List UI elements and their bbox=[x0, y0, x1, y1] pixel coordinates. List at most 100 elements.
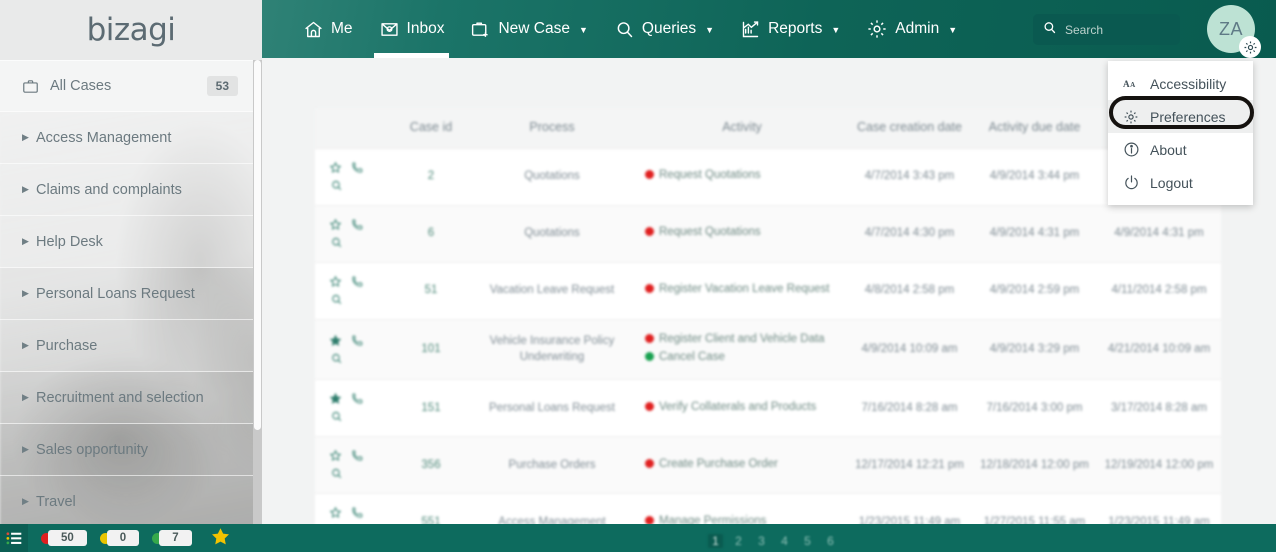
menu-item-accessibility[interactable]: A A Accessibility bbox=[1108, 67, 1253, 100]
work-portal-app: bizagi All Cases 53 ▶ Access Management … bbox=[0, 0, 1276, 552]
star-icon[interactable] bbox=[325, 217, 345, 233]
sidebar-item-label: Claims and complaints bbox=[36, 181, 182, 198]
cell-case-id: 2 bbox=[395, 148, 467, 206]
sidebar-scrollbar[interactable] bbox=[253, 60, 262, 530]
phone-icon[interactable] bbox=[347, 391, 367, 407]
menu-item-label: About bbox=[1150, 141, 1187, 158]
counter-on-time[interactable]: 7 bbox=[152, 530, 192, 546]
phone-icon[interactable] bbox=[347, 332, 367, 348]
column-header-activity-due-date[interactable]: Activity due date bbox=[972, 108, 1097, 149]
table-row[interactable]: 151 Personal Loans Request Verify Collat… bbox=[313, 379, 1221, 437]
column-header-icons[interactable] bbox=[315, 108, 395, 149]
cell-extra-date: 12/19/2014 12:00 pm bbox=[1097, 436, 1221, 494]
page-button-5[interactable]: 5 bbox=[800, 534, 815, 548]
star-icon[interactable] bbox=[325, 448, 345, 464]
nav-label: Inbox bbox=[406, 20, 445, 37]
counter-at-risk[interactable]: 0 bbox=[99, 530, 140, 546]
column-header-case-creation-date[interactable]: Case creation date bbox=[847, 108, 972, 149]
user-avatar-button[interactable]: ZA bbox=[1207, 5, 1261, 58]
activity-label[interactable]: Request Quotations bbox=[659, 224, 761, 241]
page-button-4[interactable]: 4 bbox=[777, 534, 792, 548]
star-icon[interactable] bbox=[325, 505, 345, 521]
activity-label[interactable]: Register Client and Vehicle Data bbox=[659, 331, 825, 348]
cell-due-date: 12/18/2014 12:00 pm bbox=[972, 436, 1097, 494]
table-body: 2 Quotations Request Quotations 4/7/2014… bbox=[315, 148, 1221, 524]
menu-item-preferences[interactable]: Preferences bbox=[1108, 100, 1253, 133]
sidebar-scrollbar-thumb[interactable] bbox=[254, 60, 261, 430]
menu-item-about[interactable]: About bbox=[1108, 133, 1253, 166]
page-button-6[interactable]: 6 bbox=[823, 534, 838, 548]
status-dot bbox=[645, 458, 654, 468]
nav-item-me[interactable]: Me bbox=[290, 0, 366, 58]
sidebar-item-personal-loans-request[interactable]: ▶ Personal Loans Request bbox=[0, 268, 262, 320]
global-search-box[interactable] bbox=[1033, 14, 1180, 45]
activity-label[interactable]: Verify Collaterals and Products bbox=[659, 399, 816, 416]
app-logo[interactable]: bizagi bbox=[0, 0, 262, 60]
table-row[interactable]: 6 Quotations Request Quotations 4/7/2014… bbox=[313, 205, 1221, 263]
page-button-1[interactable]: 1 bbox=[708, 534, 723, 548]
status-bar: 50 0 7 1 2 3 4 5 6 bbox=[0, 524, 1276, 552]
phone-icon[interactable] bbox=[347, 160, 367, 176]
magnifier-icon[interactable] bbox=[313, 350, 359, 366]
nav-item-queries[interactable]: Queries ▼ bbox=[601, 0, 727, 58]
activity-label[interactable]: Create Purchase Order bbox=[659, 456, 778, 473]
home-icon bbox=[303, 19, 324, 40]
star-icon-filled[interactable] bbox=[325, 332, 345, 348]
activity-label[interactable]: Request Quotations bbox=[659, 167, 761, 184]
star-icon[interactable] bbox=[325, 160, 345, 176]
star-icon[interactable] bbox=[325, 274, 345, 290]
magnifier-icon[interactable] bbox=[313, 292, 359, 308]
sidebar-item-claims-and-complaints[interactable]: ▶ Claims and complaints bbox=[0, 164, 262, 216]
menu-item-logout[interactable]: Logout bbox=[1108, 166, 1253, 199]
sidebar-item-recruitment-and-selection[interactable]: ▶ Recruitment and selection bbox=[0, 372, 262, 424]
table-row[interactable]: 51 Vacation Leave Request Register Vacat… bbox=[313, 262, 1221, 320]
phone-icon[interactable] bbox=[347, 505, 367, 521]
page-button-3[interactable]: 3 bbox=[754, 534, 769, 548]
star-icon-filled[interactable] bbox=[325, 391, 345, 407]
nav-item-reports[interactable]: Reports ▼ bbox=[727, 0, 853, 58]
table-row[interactable]: 356 Purchase Orders Create Purchase Orde… bbox=[313, 436, 1221, 494]
search-input[interactable] bbox=[1065, 22, 1170, 37]
counter-overdue[interactable]: 50 bbox=[41, 530, 87, 546]
cell-activity: Create Purchase Order bbox=[637, 436, 847, 494]
cases-table-card: Case id Process Activity Case creation d… bbox=[315, 108, 1221, 524]
sidebar-item-help-desk[interactable]: ▶ Help Desk bbox=[0, 216, 262, 268]
phone-icon[interactable] bbox=[347, 448, 367, 464]
phone-icon[interactable] bbox=[347, 217, 367, 233]
cell-process: Access Management bbox=[467, 493, 637, 524]
nav-item-new-case[interactable]: New Case ▼ bbox=[457, 0, 600, 58]
activity-label[interactable]: Manage Permissions bbox=[659, 513, 766, 524]
chevron-right-icon: ▶ bbox=[22, 496, 29, 506]
cell-extra-date: 4/21/2014 10:09 am bbox=[1097, 319, 1221, 380]
column-header-activity[interactable]: Activity bbox=[637, 108, 847, 149]
activity-label[interactable]: Register Vacation Leave Request bbox=[659, 281, 829, 298]
counter-value: 0 bbox=[106, 530, 140, 546]
gear-icon[interactable] bbox=[1239, 36, 1261, 58]
page-button-2[interactable]: 2 bbox=[731, 534, 746, 548]
magnifier-icon[interactable] bbox=[313, 409, 359, 425]
cell-activity: Register Client and Vehicle Data Cancel … bbox=[637, 319, 847, 380]
column-header-process[interactable]: Process bbox=[467, 108, 637, 149]
magnifier-icon[interactable] bbox=[313, 178, 359, 194]
table-row[interactable]: 101 Vehicle Insurance Policy Underwritin… bbox=[313, 319, 1221, 380]
cell-extra-date: 4/9/2014 4:31 pm bbox=[1097, 205, 1221, 263]
magnifier-icon[interactable] bbox=[313, 466, 359, 482]
star-icon[interactable] bbox=[210, 526, 231, 550]
table-row[interactable]: 2 Quotations Request Quotations 4/7/2014… bbox=[313, 148, 1221, 206]
sidebar-item-access-management[interactable]: ▶ Access Management bbox=[0, 112, 262, 164]
sidebar-item-sales-opportunity[interactable]: ▶ Sales opportunity bbox=[0, 424, 262, 476]
gear-icon bbox=[866, 18, 888, 40]
table-row[interactable]: 551 Access Management Manage Permissions… bbox=[315, 493, 1221, 524]
magnifier-icon[interactable] bbox=[313, 235, 359, 251]
column-header-case-id[interactable]: Case id bbox=[395, 108, 467, 149]
nav-item-admin[interactable]: Admin ▼ bbox=[853, 0, 970, 58]
all-cases-count-badge: 53 bbox=[206, 76, 238, 96]
nav-item-inbox[interactable]: Inbox bbox=[366, 0, 458, 58]
sidebar-item-all-cases[interactable]: All Cases 53 bbox=[0, 60, 262, 112]
sidebar-item-travel[interactable]: ▶ Travel bbox=[0, 476, 262, 528]
list-icon[interactable] bbox=[0, 524, 28, 552]
inbox-icon bbox=[379, 19, 400, 40]
sidebar-item-purchase[interactable]: ▶ Purchase bbox=[0, 320, 262, 372]
activity-label[interactable]: Cancel Case bbox=[659, 349, 725, 366]
phone-icon[interactable] bbox=[347, 274, 367, 290]
